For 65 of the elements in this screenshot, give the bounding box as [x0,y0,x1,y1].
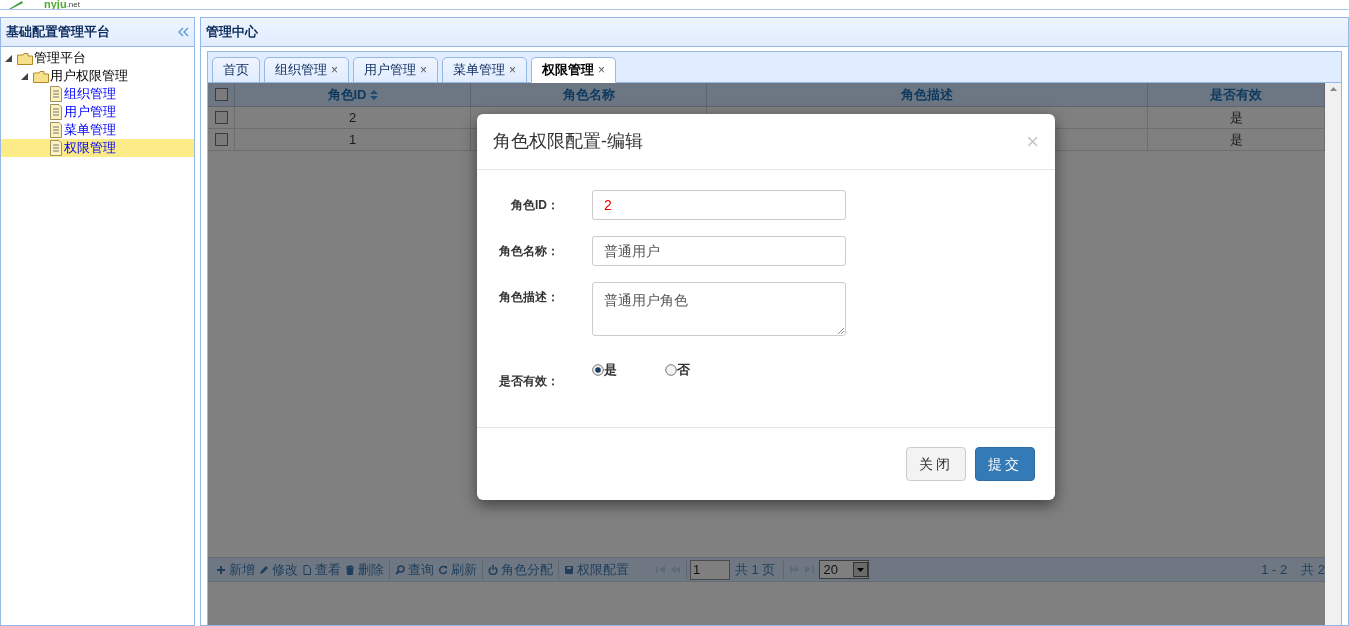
table-cell: 2 [235,107,471,128]
document-icon [49,104,62,120]
tree-item[interactable]: 管理平台 [1,49,194,67]
radio-button[interactable] [665,363,677,376]
document-icon [302,564,312,575]
folder-icon [17,51,33,65]
page-input[interactable]: 1 [690,559,730,580]
tab[interactable]: 菜单管理 × [442,57,528,83]
document-icon [49,140,62,156]
logo-icon [8,1,24,9]
sort-icon[interactable] [369,89,378,100]
tab[interactable]: 用户管理 × [353,57,439,83]
tab[interactable]: 首页 [212,57,260,83]
tab-close-button[interactable]: × [331,61,338,79]
trash-icon [345,564,355,575]
dialog-button[interactable]: 关闭 [906,447,966,481]
document-icon [49,122,62,138]
scroll-up-icon[interactable] [1329,87,1337,91]
page-count: 共 1 页 [735,560,776,579]
field-label: 是否有效： [498,372,559,390]
tree-item[interactable]: 权限管理 [1,139,194,157]
power-icon [488,564,498,575]
expanded-icon[interactable] [21,72,28,80]
scrollbar[interactable] [1325,83,1341,625]
expanded-icon[interactable] [5,54,12,62]
page-size-select[interactable]: 20 [819,560,870,579]
checkbox[interactable] [214,88,228,101]
document-icon [49,86,62,102]
logo-suffix: .net [66,0,80,9]
checkbox[interactable] [214,111,228,124]
tab[interactable]: 组织管理 × [264,57,349,83]
refresh-icon [438,564,448,575]
dialog-button[interactable]: 提交 [975,447,1035,481]
text-area[interactable]: 普通用户角色 [592,282,846,336]
record-total: 共 2 [1301,560,1325,579]
radio-option[interactable]: 否 [665,360,690,380]
tab-close-button[interactable]: × [509,61,517,79]
tab[interactable]: 权限管理 × [531,57,617,83]
tab-close-button[interactable]: × [598,61,606,79]
record-range: 1 - 2 [1261,560,1288,579]
plus-icon [216,564,226,575]
dialog-title: 角色权限配置-编辑 [493,130,643,153]
pencil-icon [259,564,269,575]
tree-item[interactable]: 用户权限管理 [1,67,194,85]
input-field[interactable]: 2 [592,190,846,220]
tab-close-button[interactable]: × [420,61,428,79]
field-label: 角色描述： [498,289,559,306]
tree-item[interactable]: 组织管理 [1,85,194,103]
panel-title: 基础配置管理平台 [6,23,110,42]
input-field[interactable]: 普通用户 [592,236,846,266]
tree-item[interactable]: 用户管理 [1,103,194,121]
panel-title: 管理中心 [206,23,258,42]
search-icon [395,564,405,575]
checkbox[interactable] [214,133,228,146]
field-label: 角色名称： [498,243,559,260]
collapse-icon[interactable] [178,27,189,37]
table-cell: 1 [235,129,471,150]
dropdown-icon [857,567,865,572]
field-label: 角色ID： [510,197,559,214]
save-icon [564,564,574,575]
radio-option[interactable]: 是 [592,360,617,380]
folder-icon [33,69,49,83]
radio-button[interactable] [592,363,604,376]
resize-grip-icon[interactable] [838,328,844,334]
tree-item[interactable]: 菜单管理 [1,121,194,139]
